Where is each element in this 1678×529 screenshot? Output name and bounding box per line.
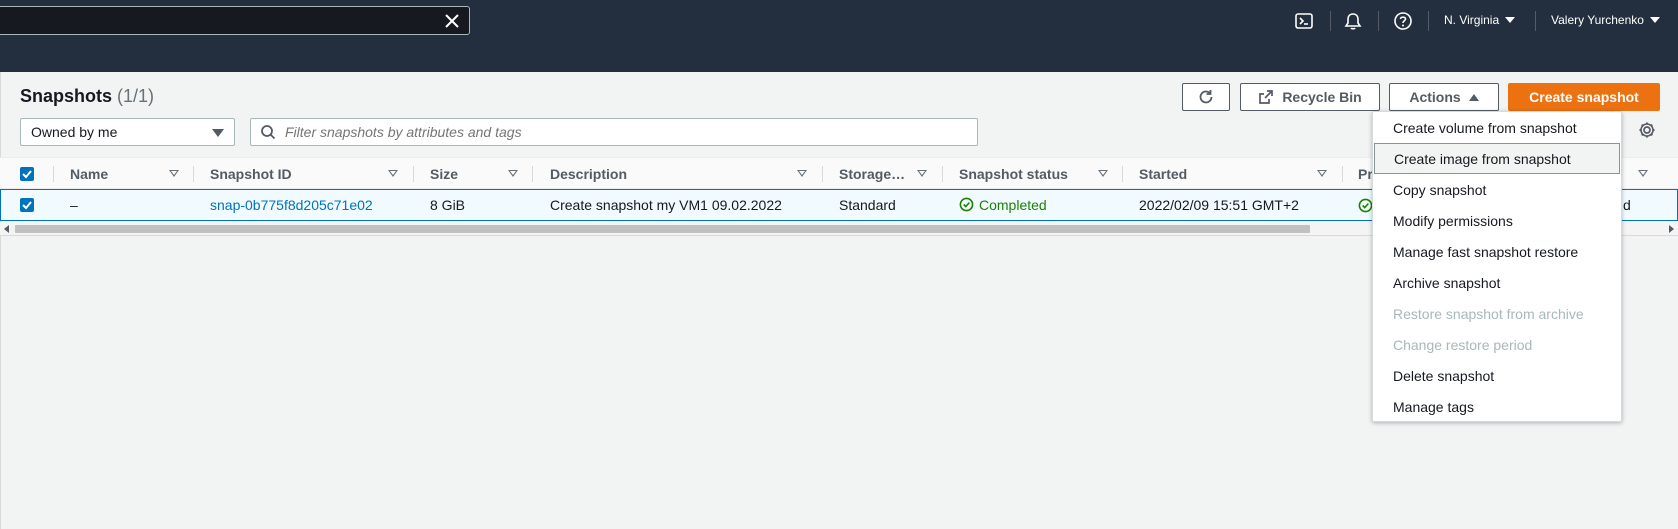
actions-menu: Create volume from snapshot Create image… <box>1372 111 1622 422</box>
cell-snapshot-status: Completed <box>959 197 1047 213</box>
menu-item-modify-permissions[interactable]: Modify permissions <box>1373 205 1621 236</box>
column-divider <box>1342 166 1343 182</box>
menu-item-create-image[interactable]: Create image from snapshot <box>1374 143 1620 174</box>
cell-name: – <box>70 197 78 213</box>
sort-icon[interactable] <box>917 170 927 177</box>
column-header-name[interactable]: Name <box>70 158 108 190</box>
user-menu[interactable]: Valery Yurchenko <box>1551 13 1660 27</box>
scroll-right-icon[interactable] <box>1669 225 1674 233</box>
close-icon[interactable] <box>441 10 463 32</box>
sort-icon[interactable] <box>388 170 398 177</box>
top-navigation: N. Virginia Valery Yurchenko <box>0 0 1678 72</box>
column-divider <box>53 166 54 182</box>
region-selector[interactable]: N. Virginia <box>1444 13 1516 27</box>
bell-icon[interactable] <box>1343 11 1363 31</box>
check-circle-icon <box>959 197 974 212</box>
check-icon <box>22 170 32 179</box>
snapshot-count: (1/1) <box>117 86 155 106</box>
caret-down-icon <box>1505 17 1516 23</box>
menu-item-restore-from-archive: Restore snapshot from archive <box>1393 306 1584 322</box>
column-divider <box>413 166 414 182</box>
cell-started: 2022/02/09 15:51 GMT+2 <box>1139 197 1299 213</box>
page-title-text: Snapshots <box>20 86 113 106</box>
sort-icon[interactable] <box>508 170 518 177</box>
actions-button[interactable]: Actions <box>1389 83 1499 111</box>
page-title: Snapshots (1/1) <box>20 86 154 107</box>
menu-item-create-volume[interactable]: Create volume from snapshot <box>1373 112 1621 143</box>
caret-down-icon <box>1649 17 1660 23</box>
column-divider <box>532 166 533 182</box>
help-icon[interactable] <box>1393 11 1413 31</box>
cell-storage-tier: Standard <box>839 197 896 213</box>
menu-item-delete-snapshot[interactable]: Delete snapshot <box>1373 360 1621 391</box>
sort-icon[interactable] <box>169 170 179 177</box>
sort-icon[interactable] <box>1098 170 1108 177</box>
column-divider <box>942 166 943 182</box>
sort-icon[interactable] <box>1638 170 1648 177</box>
menu-item-change-restore-period: Change restore period <box>1393 337 1533 353</box>
column-divider <box>193 166 194 182</box>
nav-divider <box>1535 11 1536 31</box>
owner-filter-select[interactable]: Owned by me <box>20 118 235 146</box>
content-left-border <box>0 72 1 529</box>
recycle-bin-label: Recycle Bin <box>1282 89 1362 105</box>
status-label: Completed <box>979 197 1047 213</box>
filter-snapshots-input[interactable] <box>250 118 978 146</box>
column-header-snapshot-status[interactable]: Snapshot status <box>959 158 1068 190</box>
column-header-storage-tier[interactable]: Storage… <box>839 158 905 190</box>
scroll-left-icon[interactable] <box>4 225 9 233</box>
nav-divider <box>1378 11 1379 31</box>
column-header-size[interactable]: Size <box>430 158 458 190</box>
nav-divider <box>1330 11 1331 31</box>
column-header-description[interactable]: Description <box>550 158 627 190</box>
menu-item-manage-tags[interactable]: Manage tags <box>1373 391 1621 422</box>
check-circle-icon <box>1358 198 1373 213</box>
column-header-started[interactable]: Started <box>1139 158 1187 190</box>
cloudshell-icon[interactable] <box>1294 11 1314 31</box>
actions-label: Actions <box>1409 89 1461 105</box>
external-link-icon <box>1259 90 1274 104</box>
column-header-snapshot-id[interactable]: Snapshot ID <box>210 158 292 190</box>
gear-icon[interactable] <box>1638 121 1656 139</box>
create-snapshot-button[interactable]: Create snapshot <box>1508 83 1660 111</box>
scrollbar-thumb[interactable] <box>15 225 1310 233</box>
column-header-progress[interactable]: Pr <box>1358 158 1373 190</box>
owner-filter-value: Owned by me <box>31 124 118 140</box>
global-search-input[interactable] <box>0 6 470 35</box>
caret-up-icon <box>1468 93 1479 101</box>
cell-size: 8 GiB <box>430 197 466 213</box>
refresh-icon <box>1199 90 1213 104</box>
caret-down-icon <box>212 129 224 137</box>
nav-divider <box>1428 11 1429 31</box>
sort-icon[interactable] <box>1317 170 1327 177</box>
recycle-bin-button[interactable]: Recycle Bin <box>1240 83 1380 111</box>
search-icon <box>261 125 276 140</box>
column-divider <box>822 166 823 182</box>
user-name: Valery Yurchenko <box>1551 13 1644 27</box>
create-snapshot-label: Create snapshot <box>1529 89 1639 105</box>
menu-item-manage-fast-restore[interactable]: Manage fast snapshot restore <box>1373 236 1621 267</box>
column-divider <box>1122 166 1123 182</box>
region-label: N. Virginia <box>1444 13 1500 27</box>
menu-item-copy-snapshot[interactable]: Copy snapshot <box>1373 174 1621 205</box>
snapshot-id-link[interactable]: snap-0b775f8d205c71e02 <box>210 197 373 213</box>
row-select-checkbox[interactable] <box>20 198 34 212</box>
select-all-checkbox[interactable] <box>20 167 34 181</box>
cell-description: Create snapshot my VM1 09.02.2022 <box>550 197 782 213</box>
refresh-button[interactable] <box>1182 83 1230 111</box>
cell-progress-tail: d <box>1623 197 1631 213</box>
sort-icon[interactable] <box>797 170 807 177</box>
menu-item-archive-snapshot[interactable]: Archive snapshot <box>1373 267 1621 298</box>
check-icon <box>22 201 32 210</box>
